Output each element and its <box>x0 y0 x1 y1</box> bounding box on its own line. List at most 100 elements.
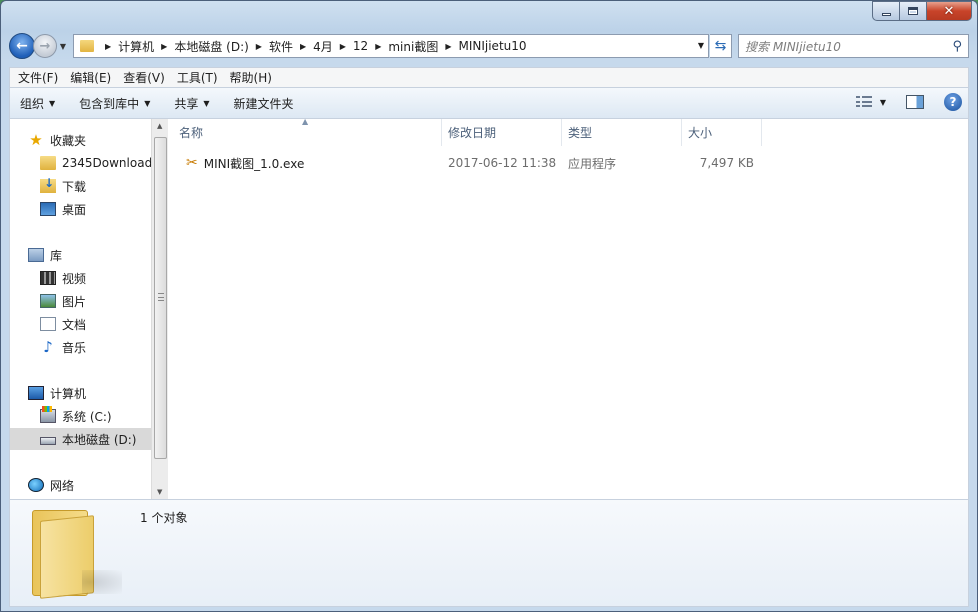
nav-item-drive-d[interactable]: 本地磁盘 (D:) <box>10 428 151 450</box>
chevron-right-icon[interactable]: ▶ <box>445 42 451 51</box>
column-name[interactable]: ▲ 名称 <box>168 117 442 146</box>
back-button[interactable]: ← <box>9 33 35 59</box>
nav-libraries-label: 库 <box>50 248 63 263</box>
nav-item-label: 系统 (C:) <box>62 409 112 424</box>
menu-bar: 文件(F) 编辑(E) 查看(V) 工具(T) 帮助(H) <box>9 67 969 88</box>
menu-file[interactable]: 文件(F) <box>18 69 58 86</box>
preview-pane-icon[interactable] <box>906 95 924 109</box>
file-name: MINI截图_1.0.exe <box>203 156 305 171</box>
refresh-button[interactable]: ⇆ <box>710 34 732 58</box>
nav-item-music[interactable]: ♪ 音乐 <box>40 336 151 358</box>
forward-button[interactable]: → <box>33 34 57 58</box>
nav-item-desktop[interactable]: 桌面 <box>40 198 151 220</box>
column-type-label: 类型 <box>568 126 593 140</box>
document-icon <box>40 317 56 331</box>
refresh-icon: ⇆ <box>714 38 727 54</box>
include-library-button[interactable]: 包含到库中 ▼ <box>79 95 150 112</box>
details-pane: 1 个对象 <box>9 499 969 607</box>
desktop-icon <box>40 202 56 216</box>
nav-item-drive-c[interactable]: 系统 (C:) <box>40 405 151 427</box>
nav-item-downloads[interactable]: 下载 <box>40 175 151 197</box>
maximize-button[interactable] <box>899 1 926 21</box>
nav-favorites-label: 收藏夹 <box>50 133 87 148</box>
network-icon <box>28 478 44 492</box>
nav-network[interactable]: 网络 <box>28 474 151 496</box>
column-header: ▲ 名称 修改日期 类型 大小 <box>168 117 762 146</box>
chevron-right-icon[interactable]: ▶ <box>256 42 262 51</box>
folder-icon <box>80 40 94 52</box>
nav-item-label: 视频 <box>62 271 87 286</box>
breadcrumb-software[interactable]: 软件 <box>269 38 293 55</box>
search-icon[interactable]: ⚲ <box>952 39 962 54</box>
nav-item-2345downloads[interactable]: 2345Downloads <box>40 152 151 174</box>
star-icon: ★ <box>29 131 43 149</box>
address-dropdown-icon[interactable]: ▼ <box>698 41 704 50</box>
arrow-left-icon: ← <box>16 38 28 54</box>
music-note-icon: ♪ <box>43 338 53 356</box>
file-modified: 2017-06-12 11:38 <box>448 156 557 170</box>
menu-help[interactable]: 帮助(H) <box>230 69 272 86</box>
nav-item-videos[interactable]: 视频 <box>40 267 151 289</box>
nav-item-label: 桌面 <box>62 202 87 217</box>
chevron-right-icon[interactable]: ▶ <box>375 42 381 51</box>
column-modified[interactable]: 修改日期 <box>442 119 562 146</box>
chevron-down-icon: ▼ <box>203 98 210 108</box>
navigation-row: ← → ▼ ▶ 计算机 ▶ 本地磁盘 (D:) ▶ 软件 ▶ 4月 ▶ 12 ▶… <box>9 32 969 60</box>
share-button[interactable]: 共享 ▼ <box>174 95 209 112</box>
breadcrumb-12[interactable]: 12 <box>353 39 368 53</box>
nav-item-label: 2345Downloads <box>62 156 151 170</box>
column-size-label: 大小 <box>688 126 713 140</box>
file-size: 7,497 KB <box>699 156 754 170</box>
minimize-button[interactable] <box>872 1 899 21</box>
file-list: ▲ 名称 修改日期 类型 大小 ✂ MINI截图_1.0.exe 2017-06-1… <box>168 117 968 499</box>
large-folder-icon <box>32 510 122 599</box>
file-row[interactable]: ✂ MINI截图_1.0.exe 2017-06-12 11:38 应用程序 7,… <box>168 153 762 173</box>
chevron-right-icon[interactable]: ▶ <box>300 42 306 51</box>
column-modified-label: 修改日期 <box>448 126 497 140</box>
nav-libraries[interactable]: 库 <box>28 244 151 266</box>
scrollbar-thumb[interactable] <box>154 137 167 459</box>
organize-button[interactable]: 组织 ▼ <box>20 95 55 112</box>
search-input[interactable]: 搜索 MINIjietu10 ⚲ <box>738 34 969 58</box>
chevron-right-icon[interactable]: ▶ <box>340 42 346 51</box>
view-details-icon[interactable] <box>855 96 872 108</box>
chevron-right-icon[interactable]: ▶ <box>161 42 167 51</box>
breadcrumb: ▶ 计算机 ▶ 本地磁盘 (D:) ▶ 软件 ▶ 4月 ▶ 12 ▶ mini截… <box>98 38 527 55</box>
close-button[interactable]: ✕ <box>926 1 972 21</box>
nav-favorites[interactable]: ★ 收藏夹 <box>28 129 151 151</box>
chevron-right-icon[interactable]: ▶ <box>105 42 111 51</box>
breadcrumb-mini[interactable]: mini截图 <box>388 38 438 55</box>
drive-icon <box>40 437 56 445</box>
nav-computer-label: 计算机 <box>50 386 87 401</box>
column-size[interactable]: 大小 <box>682 119 762 146</box>
breadcrumb-drive-d[interactable]: 本地磁盘 (D:) <box>174 38 248 55</box>
command-bar-right: ▼ ? <box>855 93 962 111</box>
grip-icon <box>158 293 164 301</box>
explorer-window: ✕ ← → ▼ ▶ 计算机 ▶ 本地磁盘 (D:) ▶ 软件 ▶ 4月 ▶ 12… <box>0 0 978 612</box>
breadcrumb-current[interactable]: MINIjietu10 <box>458 39 526 53</box>
help-icon[interactable]: ? <box>944 93 962 111</box>
breadcrumb-april[interactable]: 4月 <box>313 38 333 55</box>
menu-tools[interactable]: 工具(T) <box>177 69 218 86</box>
menu-edit[interactable]: 编辑(E) <box>70 69 111 86</box>
nav-item-documents[interactable]: 文档 <box>40 313 151 335</box>
address-bar[interactable]: ▶ 计算机 ▶ 本地磁盘 (D:) ▶ 软件 ▶ 4月 ▶ 12 ▶ mini截… <box>73 34 709 58</box>
history-dropdown-icon[interactable]: ▼ <box>57 42 69 51</box>
organize-label: 组织 <box>20 96 45 111</box>
menu-view[interactable]: 查看(V) <box>123 69 165 86</box>
scroll-down-icon[interactable]: ▼ <box>157 488 162 496</box>
sort-ascending-icon: ▲ <box>302 117 309 126</box>
view-dropdown-icon[interactable]: ▼ <box>880 98 886 107</box>
nav-scrollbar[interactable]: ▲ ▼ <box>151 119 168 499</box>
nav-item-label: 图片 <box>62 294 87 309</box>
column-type[interactable]: 类型 <box>562 119 682 146</box>
picture-icon <box>40 294 56 308</box>
file-name-cell: ✂ MINI截图_1.0.exe <box>168 155 442 172</box>
new-folder-button[interactable]: 新建文件夹 <box>234 95 294 112</box>
breadcrumb-computer[interactable]: 计算机 <box>118 38 154 55</box>
nav-item-label: 音乐 <box>62 340 87 355</box>
nav-computer[interactable]: 计算机 <box>28 382 151 404</box>
scroll-up-icon[interactable]: ▲ <box>157 122 162 130</box>
nav-item-pictures[interactable]: 图片 <box>40 290 151 312</box>
arrow-right-icon: → <box>39 38 51 54</box>
